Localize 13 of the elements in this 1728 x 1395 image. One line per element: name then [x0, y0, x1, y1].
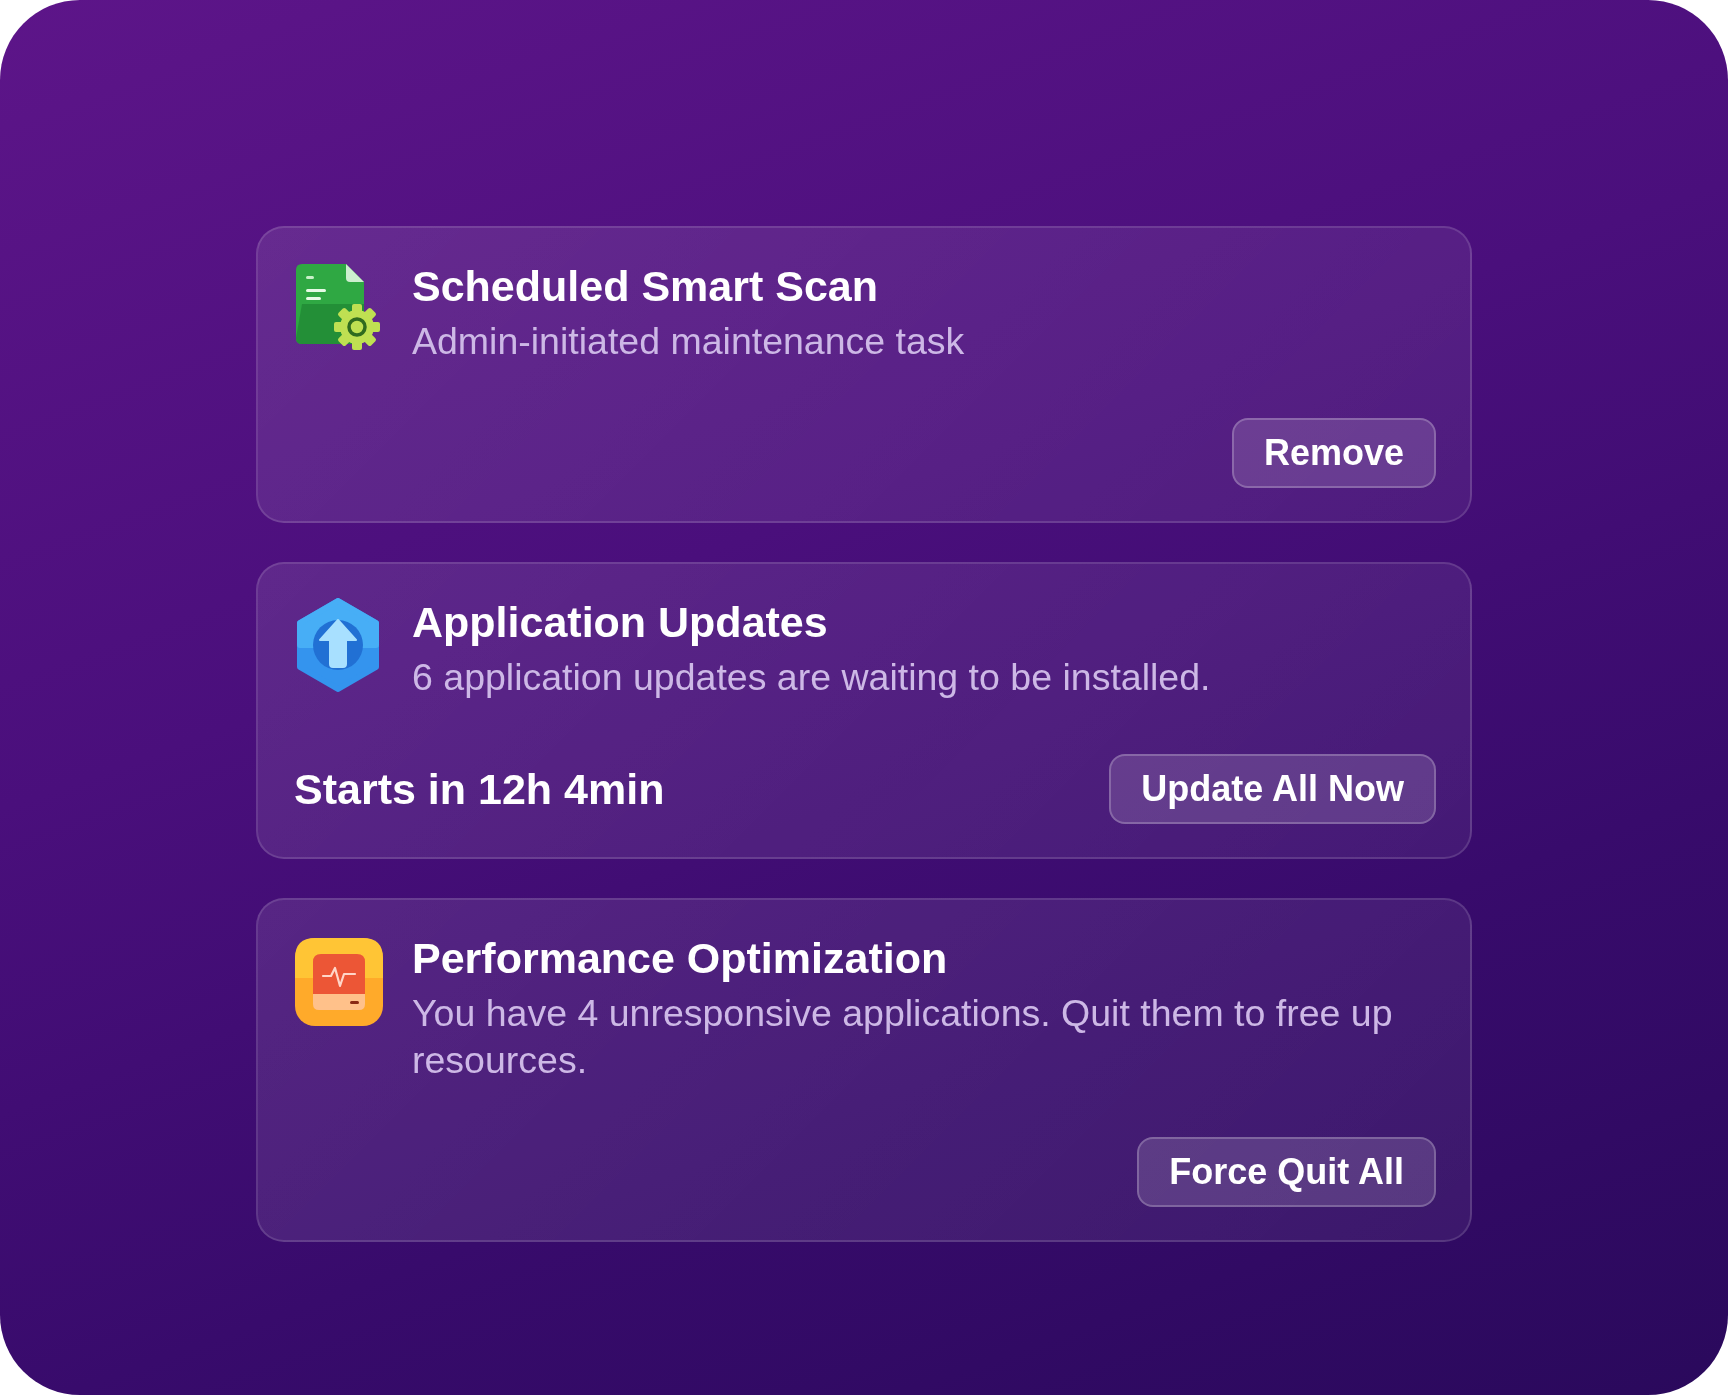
action-button[interactable]: Force Quit All: [1137, 1137, 1436, 1207]
card-description: Admin-initiated maintenance task: [412, 319, 966, 364]
hexagon-arrow-icon: [296, 598, 380, 692]
card-title: Application Updates: [412, 598, 829, 646]
card-description: 6 application updates are waiting to be installed.: [412, 655, 1212, 700]
card-description: You have 4 unresponsive applications. Quit them to free up resources.: [412, 991, 1394, 1083]
card-title: Performance Optimization: [412, 934, 949, 982]
drive-pulse-icon: [295, 938, 383, 1026]
card-title: Scheduled Smart Scan: [412, 262, 879, 310]
action-button[interactable]: Update All Now: [1109, 754, 1436, 824]
action-button[interactable]: Remove: [1231, 418, 1436, 488]
document-gear-icon: [296, 264, 380, 350]
countdown-text: Starts in 12h 4min: [294, 764, 665, 814]
